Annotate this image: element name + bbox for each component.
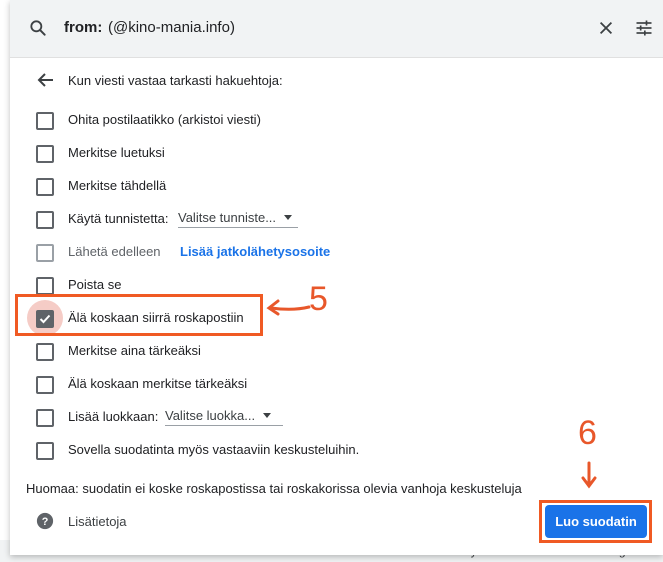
checkbox[interactable] — [36, 112, 54, 130]
checkbox[interactable] — [36, 244, 54, 262]
svg-text:?: ? — [42, 516, 49, 528]
option-skip-inbox[interactable]: Ohita postilaatikko (arkistoi viesti) — [10, 109, 610, 131]
from-label: from: — [64, 19, 103, 36]
option-label: Lähetä edelleen — [68, 244, 161, 259]
search-bar: from: (@kino-mania.info) — [10, 0, 663, 58]
checkbox[interactable] — [36, 178, 54, 196]
option-never-important[interactable]: Älä koskaan merkitse tärkeäksi — [10, 373, 610, 395]
annotation-highlight-box-5 — [15, 294, 263, 336]
annotation-step-5: 5 — [309, 280, 328, 318]
search-input[interactable]: (@kino-mania.info) — [108, 19, 235, 36]
create-filter-button[interactable]: Luo suodatin — [545, 505, 647, 538]
criteria-heading: Kun viesti vastaa tarkasti hakuehtoja: — [68, 73, 283, 88]
close-icon[interactable] — [597, 19, 615, 37]
option-always-important[interactable]: Merkitse aina tärkeäksi — [10, 340, 610, 362]
option-label: Sovella suodatinta myös vastaaviin kesku… — [68, 442, 360, 457]
label-select-value: Valitse tunniste... — [178, 210, 277, 225]
option-label: Merkitse aina tärkeäksi — [68, 343, 201, 358]
option-label: Älä koskaan merkitse tärkeäksi — [68, 376, 248, 391]
category-select[interactable]: Valitse luokka... — [165, 408, 283, 426]
option-apply-existing[interactable]: Sovella suodatinta myös vastaaviin kesku… — [10, 439, 610, 461]
checkbox[interactable] — [36, 211, 54, 229]
option-star[interactable]: Merkitse tähdellä — [10, 175, 610, 197]
dropdown-arrow-icon — [284, 215, 293, 220]
option-label: Käytä tunnistetta: — [68, 211, 169, 226]
option-label: Merkitse tähdellä — [68, 178, 167, 193]
checkbox[interactable] — [36, 343, 54, 361]
tune-icon[interactable] — [634, 18, 654, 38]
filter-note: Huomaa: suodatin ei koske roskapostissa … — [26, 481, 522, 496]
option-label: Poista se — [68, 277, 122, 292]
learn-more-link[interactable]: Lisätietoja — [68, 514, 127, 529]
checkbox[interactable] — [36, 376, 54, 394]
dropdown-arrow-icon — [263, 413, 272, 418]
option-apply-label[interactable]: Käytä tunnistetta: Valitse tunniste... — [10, 208, 610, 230]
option-label: Merkitse luetuksi — [68, 145, 165, 160]
option-categorize[interactable]: Lisää luokkaan: Valitse luokka... — [10, 406, 610, 428]
option-forward[interactable]: Lähetä edelleen Lisää jatkolähetysosoite — [10, 241, 610, 263]
checkbox[interactable] — [36, 145, 54, 163]
annotation-step-6: 6 — [578, 414, 597, 452]
checkbox[interactable] — [36, 409, 54, 427]
option-label: Ohita postilaatikko (arkistoi viesti) — [68, 112, 261, 127]
checkbox[interactable] — [36, 277, 54, 295]
annotation-arrow-left-icon — [266, 299, 311, 316]
label-select[interactable]: Valitse tunniste... — [178, 210, 298, 228]
add-forwarding-address-link[interactable]: Lisää jatkolähetysosoite — [180, 244, 330, 259]
category-select-value: Valitse luokka... — [165, 408, 256, 423]
search-icon[interactable] — [28, 18, 48, 38]
filter-dialog: from: (@kino-mania.info) Kun viesti vast… — [10, 0, 663, 555]
back-arrow-icon[interactable] — [37, 72, 55, 88]
checkbox[interactable] — [36, 442, 54, 460]
annotation-arrow-down-icon — [581, 461, 597, 489]
option-mark-read[interactable]: Merkitse luetuksi — [10, 142, 610, 164]
option-label: Lisää luokkaan: — [68, 409, 159, 424]
help-icon[interactable]: ? — [36, 512, 54, 530]
